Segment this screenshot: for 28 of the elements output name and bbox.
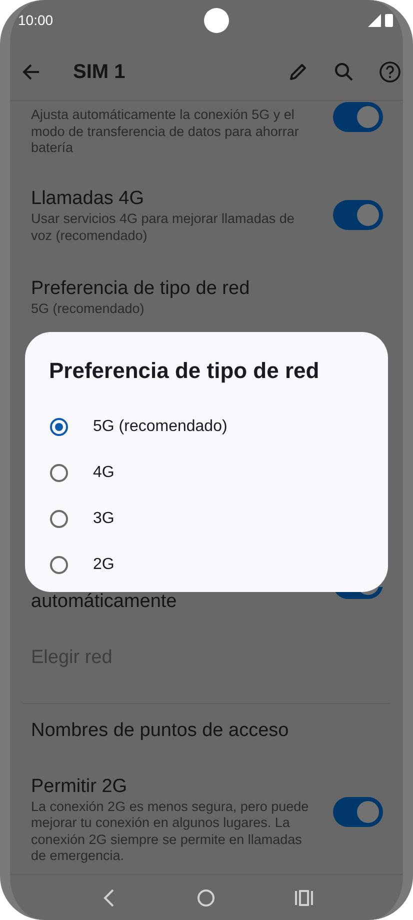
toggle-switch[interactable]	[333, 102, 383, 132]
camera-cutout	[204, 8, 229, 33]
setting-title: automáticamente	[31, 590, 178, 614]
setting-description: Ajusta automáticamente la conexión 5G y el modo de transferencia de datos para ahorrar batería	[31, 107, 300, 156]
search-icon	[334, 62, 354, 82]
status-time: 10:00	[18, 12, 54, 28]
dialog-title: Preferencia de tipo de red	[49, 358, 320, 384]
back-icon	[21, 62, 41, 82]
setting-description: Usar servicios 4G para mejorar llamadas de voz (recomendado)	[31, 211, 296, 244]
radio-option[interactable]: 4G	[49, 450, 364, 496]
signal-icon	[368, 14, 381, 26]
setting-title: Llamadas 4G	[31, 187, 146, 211]
screen-title: SIM 1	[73, 60, 126, 84]
help-icon	[379, 61, 401, 83]
nav-recents-icon	[295, 890, 314, 906]
setting-description: La conexión 2G es menos segura, pero puede mejorar tu conexión en algunos lugares. La conexión 2G siempre se permite en llamadas de emergencia.	[31, 798, 310, 864]
toggle-switch[interactable]	[333, 200, 383, 230]
nav-back-icon	[102, 888, 116, 908]
radio-option[interactable]: 3G	[49, 496, 364, 542]
battery-icon	[385, 13, 393, 27]
help-button[interactable]	[377, 59, 403, 85]
edit-icon	[288, 62, 308, 82]
setting-title: Permitir 2G	[31, 774, 128, 798]
radio-option[interactable]: 2G	[49, 542, 364, 588]
setting-description: 5G (recomendado)	[31, 301, 146, 318]
radio-option[interactable]: 5G (recomendado)	[49, 404, 364, 450]
nav-home-icon	[196, 888, 216, 908]
toggle-switch[interactable]	[333, 796, 383, 826]
